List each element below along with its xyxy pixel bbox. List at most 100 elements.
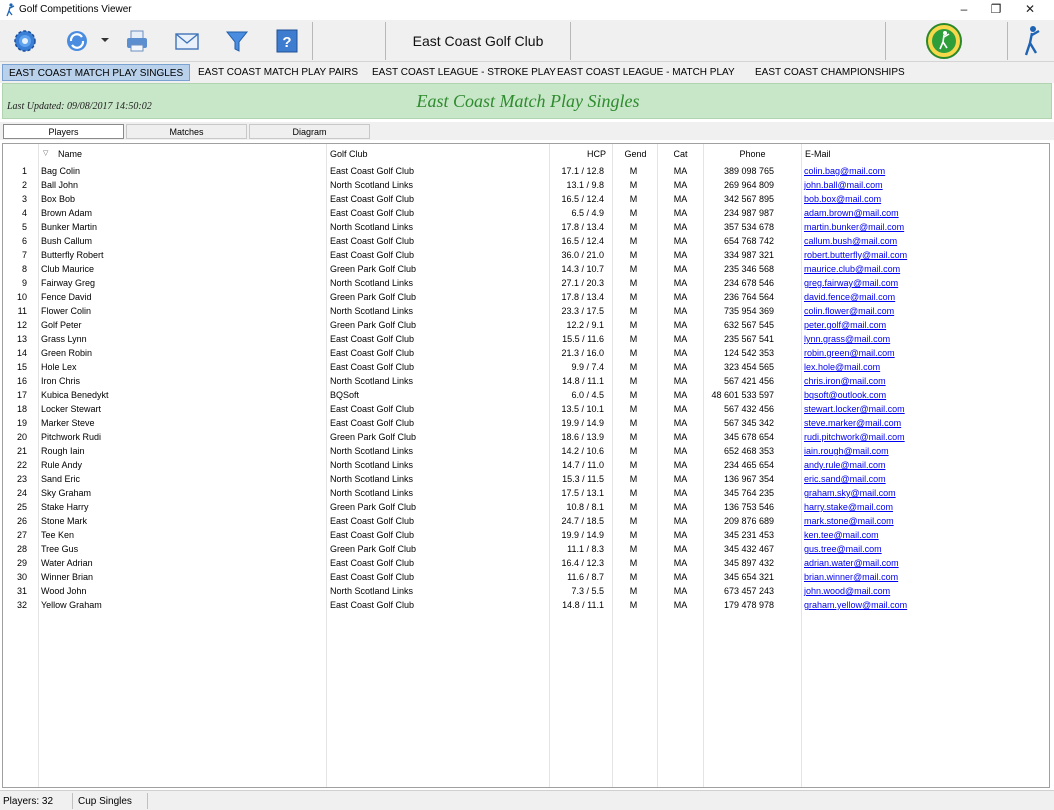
email-link[interactable]: gus.tree@mail.com <box>804 544 882 554</box>
table-row[interactable]: 15 Hole Lex East Coast Golf Club 9.9 / 7.4 M… <box>3 361 1049 375</box>
table-row[interactable]: 17 Kubica Benedykt BQSoft 6.0 / 4.5 M MA 48 60… <box>3 389 1049 403</box>
email-link[interactable]: callum.bush@mail.com <box>804 236 897 246</box>
minimize-button[interactable]: – <box>948 0 980 20</box>
email-link[interactable]: john.ball@mail.com <box>804 180 883 190</box>
table-row[interactable]: 19 Marker Steve East Coast Golf Club 19.9 /… <box>3 417 1049 431</box>
player-name: Hole Lex <box>41 362 77 372</box>
column-header-name[interactable]: Name <box>58 149 82 159</box>
email-link[interactable]: peter.golf@mail.com <box>804 320 886 330</box>
table-row[interactable]: 23 Sand Eric North Scotland Links 15.3 / 11… <box>3 473 1049 487</box>
golfer-icon[interactable] <box>1020 24 1044 58</box>
table-row[interactable]: 2 Ball John North Scotland Links 13.1 / 9.8… <box>3 179 1049 193</box>
tab-league-match-play[interactable]: EAST COAST LEAGUE - MATCH PLAY <box>551 64 741 81</box>
table-row[interactable]: 6 Bush Callum East Coast Golf Club 16.5 / 1… <box>3 235 1049 249</box>
tab-diagram[interactable]: Diagram <box>249 124 370 139</box>
email-icon[interactable] <box>172 26 202 56</box>
table-row[interactable]: 13 Grass Lynn East Coast Golf Club 15.5 / 1… <box>3 333 1049 347</box>
filter-icon[interactable] <box>222 26 252 56</box>
table-row[interactable]: 25 Stake Harry Green Park Golf Club 10.8 / … <box>3 501 1049 515</box>
category: MA <box>673 250 688 260</box>
column-header-gend[interactable]: Gend <box>613 149 658 159</box>
handicap: 14.8 / 11.1 <box>562 600 604 610</box>
email-link[interactable]: brian.winner@mail.com <box>804 572 898 582</box>
table-row[interactable]: 1 Bag Colin East Coast Golf Club 17.1 / 12.… <box>3 165 1049 179</box>
table-row[interactable]: 14 Green Robin East Coast Golf Club 21.3 / … <box>3 347 1049 361</box>
email-link[interactable]: graham.sky@mail.com <box>804 488 896 498</box>
close-button[interactable]: ✕ <box>1014 0 1046 20</box>
email-link[interactable]: robin.green@mail.com <box>804 348 895 358</box>
column-header-golf-club[interactable]: Golf Club <box>330 149 368 159</box>
email-link[interactable]: colin.bag@mail.com <box>804 166 885 176</box>
column-header-hcp[interactable]: HCP <box>551 149 606 159</box>
column-header-email[interactable]: E-Mail <box>805 149 831 159</box>
player-name: Stake Harry <box>41 502 89 512</box>
email-link[interactable]: colin.flower@mail.com <box>804 306 894 316</box>
restore-button[interactable]: ❐ <box>980 0 1012 20</box>
settings-icon[interactable] <box>10 26 40 56</box>
table-row[interactable]: 27 Tee Ken East Coast Golf Club 19.9 / 14.9… <box>3 529 1049 543</box>
email-link[interactable]: maurice.club@mail.com <box>804 264 900 274</box>
table-row[interactable]: 11 Flower Colin North Scotland Links 23.3 /… <box>3 305 1049 319</box>
chevron-down-icon[interactable] <box>100 35 110 45</box>
table-row[interactable]: 8 Club Maurice Green Park Golf Club 14.3 / … <box>3 263 1049 277</box>
golf-club: East Coast Golf Club <box>330 600 415 610</box>
table-row[interactable]: 20 Pitchwork Rudi Green Park Golf Club 18.6… <box>3 431 1049 445</box>
column-header-cat[interactable]: Cat <box>658 149 703 159</box>
tab-match-play-pairs[interactable]: EAST COAST MATCH PLAY PAIRS <box>192 64 364 81</box>
table-row[interactable]: 31 Wood John North Scotland Links 7.3 / 5.5… <box>3 585 1049 599</box>
table-row[interactable]: 18 Locker Stewart East Coast Golf Club 13.5… <box>3 403 1049 417</box>
email-link[interactable]: rudi.pitchwork@mail.com <box>804 432 905 442</box>
email-link[interactable]: lynn.grass@mail.com <box>804 334 890 344</box>
email-link[interactable]: harry.stake@mail.com <box>804 502 893 512</box>
email-link[interactable]: mark.stone@mail.com <box>804 516 894 526</box>
table-row[interactable]: 7 Butterfly Robert East Coast Golf Club 36.… <box>3 249 1049 263</box>
table-row[interactable]: 21 Rough Iain North Scotland Links 14.2 / 1… <box>3 445 1049 459</box>
email-link[interactable]: eric.sand@mail.com <box>804 474 886 484</box>
print-icon[interactable] <box>122 26 152 56</box>
email-link[interactable]: andy.rule@mail.com <box>804 460 886 470</box>
help-icon[interactable]: ? <box>272 26 302 56</box>
table-row[interactable]: 9 Fairway Greg North Scotland Links 27.1 / … <box>3 277 1049 291</box>
table-row[interactable]: 3 Box Bob East Coast Golf Club 16.5 / 12.4 M… <box>3 193 1049 207</box>
gender: M <box>629 460 638 470</box>
email-link[interactable]: graham.yellow@mail.com <box>804 600 907 610</box>
tab-matches[interactable]: Matches <box>126 124 247 139</box>
table-row[interactable]: 16 Iron Chris North Scotland Links 14.8 / 1… <box>3 375 1049 389</box>
table-row[interactable]: 24 Sky Graham North Scotland Links 17.5 / 1… <box>3 487 1049 501</box>
email-link[interactable]: stewart.locker@mail.com <box>804 404 905 414</box>
tab-league-stroke-play[interactable]: EAST COAST LEAGUE - STROKE PLAY <box>366 64 562 81</box>
email-link[interactable]: martin.bunker@mail.com <box>804 222 904 232</box>
email-link[interactable]: chris.iron@mail.com <box>804 376 886 386</box>
filter-indicator-icon[interactable]: ▽ <box>43 149 48 157</box>
table-row[interactable]: 22 Rule Andy North Scotland Links 14.7 / 11… <box>3 459 1049 473</box>
table-row[interactable]: 12 Golf Peter Green Park Golf Club 12.2 / 9… <box>3 319 1049 333</box>
table-row[interactable]: 5 Bunker Martin North Scotland Links 17.8 /… <box>3 221 1049 235</box>
table-row[interactable]: 10 Fence David Green Park Golf Club 17.8 / … <box>3 291 1049 305</box>
table-row[interactable]: 29 Water Adrian East Coast Golf Club 16.4 /… <box>3 557 1049 571</box>
table-row[interactable]: 32 Yellow Graham East Coast Golf Club 14.8 … <box>3 599 1049 613</box>
table-row[interactable]: 28 Tree Gus Green Park Golf Club 11.1 / 8.3… <box>3 543 1049 557</box>
table-row[interactable]: 30 Winner Brian East Coast Golf Club 11.6 /… <box>3 571 1049 585</box>
tab-championships[interactable]: EAST COAST CHAMPIONSHIPS <box>749 64 911 81</box>
email-link[interactable]: ken.tee@mail.com <box>804 530 879 540</box>
handicap: 14.2 / 10.6 <box>561 446 604 456</box>
player-name: Iron Chris <box>41 376 81 386</box>
email-link[interactable]: steve.marker@mail.com <box>804 418 901 428</box>
table-row[interactable]: 26 Stone Mark East Coast Golf Club 24.7 / 1… <box>3 515 1049 529</box>
email-link[interactable]: bob.box@mail.com <box>804 194 881 204</box>
email-link[interactable]: john.wood@mail.com <box>804 586 890 596</box>
email-link[interactable]: lex.hole@mail.com <box>804 362 880 372</box>
email-link[interactable]: adam.brown@mail.com <box>804 208 899 218</box>
email-link[interactable]: david.fence@mail.com <box>804 292 895 302</box>
gender: M <box>629 306 638 316</box>
table-row[interactable]: 4 Brown Adam East Coast Golf Club 6.5 / 4.9… <box>3 207 1049 221</box>
tab-match-play-singles[interactable]: EAST COAST MATCH PLAY SINGLES <box>2 64 191 81</box>
email-link[interactable]: iain.rough@mail.com <box>804 446 889 456</box>
email-link[interactable]: greg.fairway@mail.com <box>804 278 898 288</box>
tab-players[interactable]: Players <box>3 124 124 139</box>
email-link[interactable]: bqsoft@outlook.com <box>804 390 886 400</box>
refresh-icon[interactable] <box>62 26 92 56</box>
email-link[interactable]: adrian.water@mail.com <box>804 558 899 568</box>
email-link[interactable]: robert.butterfly@mail.com <box>804 250 907 260</box>
column-header-phone[interactable]: Phone <box>706 149 799 159</box>
